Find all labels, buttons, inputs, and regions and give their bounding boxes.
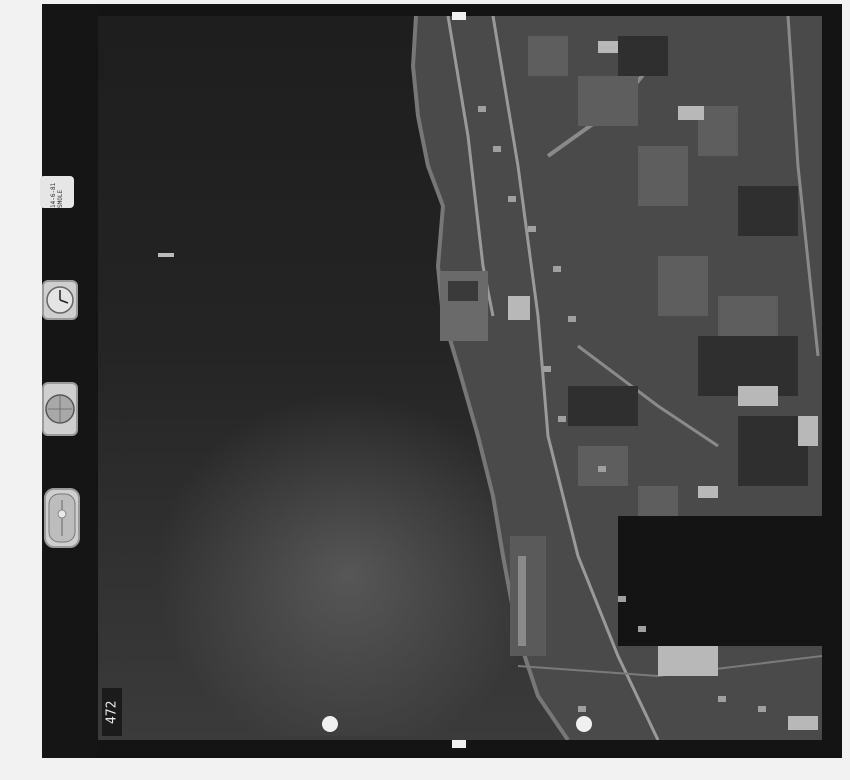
data-card: 14-6-81 SMOLE	[40, 176, 74, 208]
level-bubble-icon	[44, 488, 80, 548]
instrument-strip	[42, 4, 98, 758]
fiducial-mark-bottom-left	[322, 716, 338, 732]
ship-marker	[158, 253, 174, 257]
altimeter-icon	[42, 382, 78, 436]
fiducial-notch-top	[452, 12, 466, 20]
clock-icon	[42, 280, 78, 320]
fiducial-mark-bottom-right	[576, 716, 592, 732]
aerial-photo	[98, 16, 822, 740]
coastal-town-map	[158, 16, 822, 740]
frame-number: 472	[102, 688, 122, 736]
fiducial-notch-bottom	[452, 740, 466, 748]
